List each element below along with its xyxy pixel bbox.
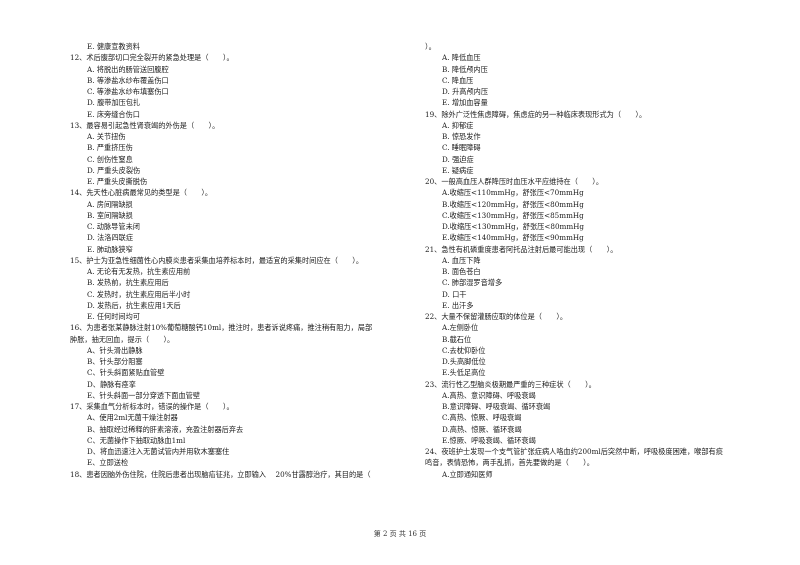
left-column: E. 健康宣教资料 12、术后腹部切口完全裂开的紧急处理是（ ）。 A. 将脱出的肠… xyxy=(70,41,410,480)
question-text: 18、患者因脑外伤住院，住院后患者出现脑疝征兆，立即输入 20%甘露醇治疗，其目… xyxy=(70,469,371,479)
question-text: 20、一般高血压人群降压时血压水平应维持在（ ）。 xyxy=(425,177,604,186)
answer-option: C. 肺部湿罗音增多 xyxy=(442,278,503,288)
question-text: 19、除外广泛性焦虑障碍，焦虑症的另一种临床表现形式为（ ）。 xyxy=(425,109,647,119)
answer-option: A. 房间隔缺损 xyxy=(87,199,133,209)
answer-option: B. 面色苍白 xyxy=(442,267,481,276)
answer-option: E. 严重头皮撕脱伤 xyxy=(87,177,148,186)
answer-option: C.去枕仰卧位 xyxy=(442,345,486,355)
question-text: 13、最容易引起急性肾衰竭的外伤是（ ）。 xyxy=(70,120,220,130)
answer-option: A. 降低血压 xyxy=(442,53,481,63)
question-text: 24、夜班护士发现一个支气管扩张症病人咯血约200ml后突然中断，呼吸极度困难，… xyxy=(425,447,723,456)
answer-option: C、针头斜面紧贴血管壁 xyxy=(87,368,165,378)
answer-option: A. 无论有无发热，抗生素应用前 xyxy=(87,267,191,276)
answer-option: B. 等渗盐水纱布覆盖伤口 xyxy=(87,75,169,85)
answer-option: B.截石位 xyxy=(442,334,472,344)
question-text: 21、急性有机磷重度患者阿托品注射后最可能出现（ ）。 xyxy=(425,244,618,254)
answer-option: C. 创伤性窒息 xyxy=(87,154,133,164)
answer-option: A、使用2ml无菌干燥注射器 xyxy=(87,413,178,423)
answer-option: C. 睡眠障碍 xyxy=(442,143,481,153)
answer-option: E、立即送检 xyxy=(87,458,129,468)
answer-option: D. 发热后，抗生素应用1天后 xyxy=(87,300,181,310)
answer-option: D. 腹带加压包扎 xyxy=(87,98,141,108)
question-text: ）。 xyxy=(425,42,436,51)
question-text: 鸣音，表情恐怖，两手乱抓，首先要做的是（ ）。 xyxy=(425,458,594,468)
question-text: 17、采集血气分析标本时，错误的操作是（ ）。 xyxy=(70,402,234,411)
answer-option: A. 抑郁症 xyxy=(442,120,474,130)
question-text: 23、流行性乙型脑炎极期最严重的三种症状（ ）。 xyxy=(425,379,596,389)
answer-option: D. 法洛四联症 xyxy=(87,233,134,243)
answer-option: C. 发热时，抗生素应用后半小时 xyxy=(87,289,191,299)
answer-option: D、静脉有痉挛 xyxy=(87,379,136,389)
answer-option: E.收缩压<140mmHg，舒张压<90mmHg xyxy=(442,233,584,243)
answer-option: E. 肺动脉狭窄 xyxy=(87,244,133,254)
answer-option: B.意识障碍、呼吸衰竭、循环衰竭 xyxy=(442,402,551,411)
answer-option: D.头高脚低位 xyxy=(442,357,486,366)
answer-option: B、针头部分阻塞 xyxy=(87,357,143,366)
answer-option: D. 严重头皮裂伤 xyxy=(87,165,141,175)
answer-option: B、抽取经过稀释的肝素溶液，充盈注射器后弃去 xyxy=(87,424,244,434)
answer-option: B. 惊恐发作 xyxy=(442,132,481,141)
page-footer: 第 2 页 共 16 页 xyxy=(373,530,427,538)
answer-option: A.高热、意识障碍、呼吸衰竭 xyxy=(442,390,536,400)
answer-option: E. 疑病症 xyxy=(442,165,474,175)
right-column: ）。 A. 降低血压 B. 降低颅内压 C. 降血压 D. 升高颅内压 E. 增加血容量 1… xyxy=(425,41,755,480)
answer-option: C. 降血压 xyxy=(442,75,474,85)
answer-option: D.高热、惊厥、循环衰竭 xyxy=(442,424,522,434)
question-text: 15、护士为亚急性细菌性心内膜炎患者采集血培养标本时，最适宜的采集时间应在（ ）… xyxy=(70,255,364,265)
answer-option: E. 健康宣教资料 xyxy=(87,42,140,51)
answer-option: C.收缩压<130mmHg，舒张压<85mmHg xyxy=(442,210,584,220)
answer-option: A. 关节扭伤 xyxy=(87,132,126,141)
answer-option: B. 严重挤压伤 xyxy=(87,143,133,153)
answer-option: A、针头滑出静脉 xyxy=(87,345,143,355)
answer-option: A.立即通知医师 xyxy=(442,469,493,479)
answer-option: E. 床旁缝合伤口 xyxy=(87,109,140,119)
answer-option: E.头低足高位 xyxy=(442,368,486,378)
answer-option: C、无菌操作下抽取动脉血1ml xyxy=(87,435,186,445)
answer-option: C. 动脉导管未闭 xyxy=(87,222,140,231)
question-text: 肿胀，抽无回血，提示（ ）。 xyxy=(70,334,175,344)
answer-option: C.高热、惊厥、呼吸衰竭 xyxy=(442,413,522,423)
answer-option: A. 血压下降 xyxy=(442,255,481,265)
question-text: 12、术后腹部切口完全裂开的紧急处理是（ ）。 xyxy=(70,53,234,63)
answer-option: A.收缩压<110mmHg，舒张压<70mmHg xyxy=(442,188,584,198)
answer-option: D、将血迅速注入无菌试管内并用软木塞塞住 xyxy=(87,447,230,456)
answer-option: A.左侧卧位 xyxy=(442,323,479,333)
answer-option: E、针头斜面一部分穿透下面血管壁 xyxy=(87,390,201,400)
answer-option: D. 强迫症 xyxy=(442,154,474,164)
answer-option: C. 等渗盐水纱布填塞伤口 xyxy=(87,87,169,96)
answer-option: D. 口干 xyxy=(442,289,467,299)
answer-option: B. 降低颅内压 xyxy=(442,64,488,74)
question-text: 22、大量不保留灌肠应取的体位是（ ）。 xyxy=(425,312,568,321)
question-text: 14、先天性心脏病最常见的类型是（ ）。 xyxy=(70,188,213,198)
question-text: 16、为患者张某静脉注射10%葡萄糖酸钙10ml，推注时，患者诉说疼痛，推注稍有… xyxy=(70,323,373,333)
answer-option: D. 升高颅内压 xyxy=(442,87,489,96)
answer-option: D.收缩压<130mmHg，舒张压<80mmHg xyxy=(442,222,585,231)
answer-option: E. 出汗多 xyxy=(442,300,474,310)
answer-option: E. 增加血容量 xyxy=(442,98,488,108)
answer-option: B. 发热前，抗生素应用后 xyxy=(87,278,169,288)
answer-option: A. 将脱出的肠管送回腹腔 xyxy=(87,64,169,74)
answer-option: E.惊厥、呼吸衰竭、循环衰竭 xyxy=(442,435,536,445)
answer-option: E. 任何时间均可 xyxy=(87,312,140,321)
answer-option: B.收缩压<120mmHg，舒张压<80mmHg xyxy=(442,199,584,209)
answer-option: B. 室间隔缺损 xyxy=(87,210,133,220)
